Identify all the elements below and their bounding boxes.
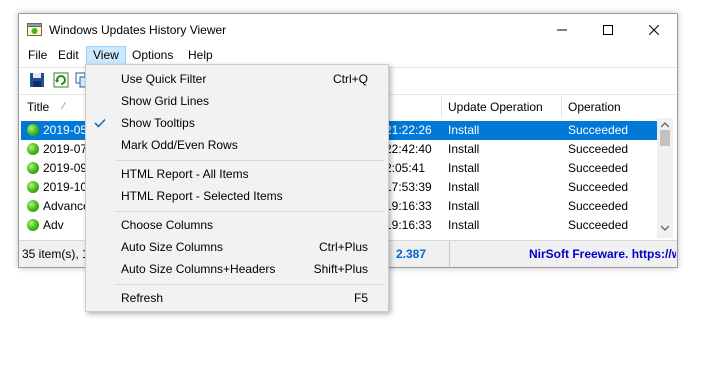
menu-item-label: Use Quick Filter <box>121 72 207 86</box>
column-operation-label: Update Operation <box>448 100 543 114</box>
status-divider <box>449 241 450 267</box>
cell-result: Succeeded <box>568 199 629 213</box>
menu-item-label: Mark Odd/Even Rows <box>121 138 238 152</box>
window-title: Windows Updates History Viewer <box>49 23 227 37</box>
checkmark-icon <box>94 118 106 128</box>
cell-result: Succeeded <box>568 180 629 194</box>
menu-item-label: Refresh <box>121 291 164 305</box>
menu-options[interactable]: Options <box>126 46 179 65</box>
cell-operation: Install <box>448 180 480 194</box>
menu-item-label: HTML Report - Selected Items <box>121 189 283 203</box>
column-header-result[interactable]: Operation Result <box>562 96 657 136</box>
view-menu-dropdown: Use Quick Filter Ctrl+Q Show Grid Lines … <box>85 64 389 312</box>
cell-time: 19:16:33 <box>385 218 432 232</box>
status-ok-icon <box>27 124 39 136</box>
status-item-count: 35 item(s), 1 <box>22 247 89 261</box>
status-ok-icon <box>27 162 39 174</box>
menu-item-label: HTML Report - All Items <box>121 167 249 181</box>
title-bar[interactable]: Windows Updates History Viewer <box>19 14 677 46</box>
cell-time: 21:22:26 <box>385 123 432 137</box>
refresh-icon[interactable] <box>53 72 69 88</box>
menu-item-use-quick-filter[interactable]: Use Quick Filter Ctrl+Q <box>86 68 388 90</box>
cell-time: 22:42:40 <box>385 142 432 156</box>
nirsoft-link[interactable]: NirSoft Freeware. https://w <box>529 247 676 261</box>
app-icon <box>27 23 42 36</box>
status-version: 2.387 <box>396 247 427 261</box>
menu-item-html-report-all[interactable]: HTML Report - All Items <box>86 163 388 185</box>
save-icon[interactable] <box>29 72 45 88</box>
column-header-operation[interactable]: Update Operation <box>442 96 562 118</box>
cell-result: Succeeded <box>568 142 629 156</box>
menu-item-auto-size-columns-headers[interactable]: Auto Size Columns+Headers Shift+Plus <box>86 258 388 280</box>
menu-view[interactable]: View <box>86 46 126 65</box>
minimize-icon <box>557 29 567 31</box>
status-ok-icon <box>27 181 39 193</box>
close-icon <box>649 25 659 35</box>
close-button[interactable] <box>631 14 677 46</box>
menu-separator <box>116 160 384 161</box>
menu-item-shortcut: Shift+Plus <box>313 262 368 276</box>
maximize-icon <box>603 25 613 35</box>
status-ok-icon <box>27 143 39 155</box>
menu-help[interactable]: Help <box>182 46 219 65</box>
menu-file[interactable]: File <box>22 46 53 65</box>
sort-arrow-icon: ⁄ <box>63 101 65 112</box>
menu-item-shortcut: F5 <box>353 291 368 305</box>
menu-edit[interactable]: Edit <box>52 46 85 65</box>
scroll-down-icon[interactable] <box>661 225 669 231</box>
menu-item-html-report-selected[interactable]: HTML Report - Selected Items <box>86 185 388 207</box>
menu-bar: File Edit View Options Help <box>19 46 677 65</box>
scroll-up-icon[interactable] <box>661 122 669 128</box>
menu-item-refresh[interactable]: Refresh F5 <box>86 287 388 309</box>
menu-item-choose-columns[interactable]: Choose Columns <box>86 214 388 236</box>
maximize-button[interactable] <box>585 14 631 46</box>
column-title-label: Title <box>27 100 50 114</box>
menu-item-mark-odd-even-rows[interactable]: Mark Odd/Even Rows <box>86 134 388 156</box>
cell-operation: Install <box>448 142 480 156</box>
menu-item-label: Choose Columns <box>121 218 214 232</box>
cell-result: Succeeded <box>568 123 629 137</box>
minimize-button[interactable] <box>539 14 585 46</box>
vertical-scrollbar[interactable] <box>657 118 673 238</box>
cell-time: 17:53:39 <box>385 180 432 194</box>
menu-item-show-grid-lines[interactable]: Show Grid Lines <box>86 90 388 112</box>
menu-item-auto-size-columns[interactable]: Auto Size Columns Ctrl+Plus <box>86 236 388 258</box>
cell-result: Succeeded <box>568 161 629 175</box>
menu-item-shortcut: Ctrl+Q <box>332 72 368 86</box>
cell-operation: Install <box>448 199 480 213</box>
cell-operation: Install <box>448 218 480 232</box>
status-ok-icon <box>27 219 39 231</box>
cell-operation: Install <box>448 161 480 175</box>
cell-result: Succeeded <box>568 218 629 232</box>
menu-separator <box>116 211 384 212</box>
cell-time: 19:16:33 <box>385 199 432 213</box>
menu-item-shortcut: Ctrl+Plus <box>318 240 368 254</box>
cell-time: 2:05:41 <box>385 161 426 175</box>
cell-operation: Install <box>448 123 480 137</box>
menu-item-label: Auto Size Columns+Headers <box>121 262 276 276</box>
menu-separator <box>116 284 384 285</box>
status-ok-icon <box>27 200 39 212</box>
menu-item-label: Auto Size Columns <box>121 240 224 254</box>
menu-item-show-tooltips[interactable]: Show Tooltips <box>86 112 388 134</box>
menu-item-label: Show Tooltips <box>121 116 195 130</box>
menu-item-label: Show Grid Lines <box>121 94 210 108</box>
scroll-thumb[interactable] <box>660 130 670 146</box>
